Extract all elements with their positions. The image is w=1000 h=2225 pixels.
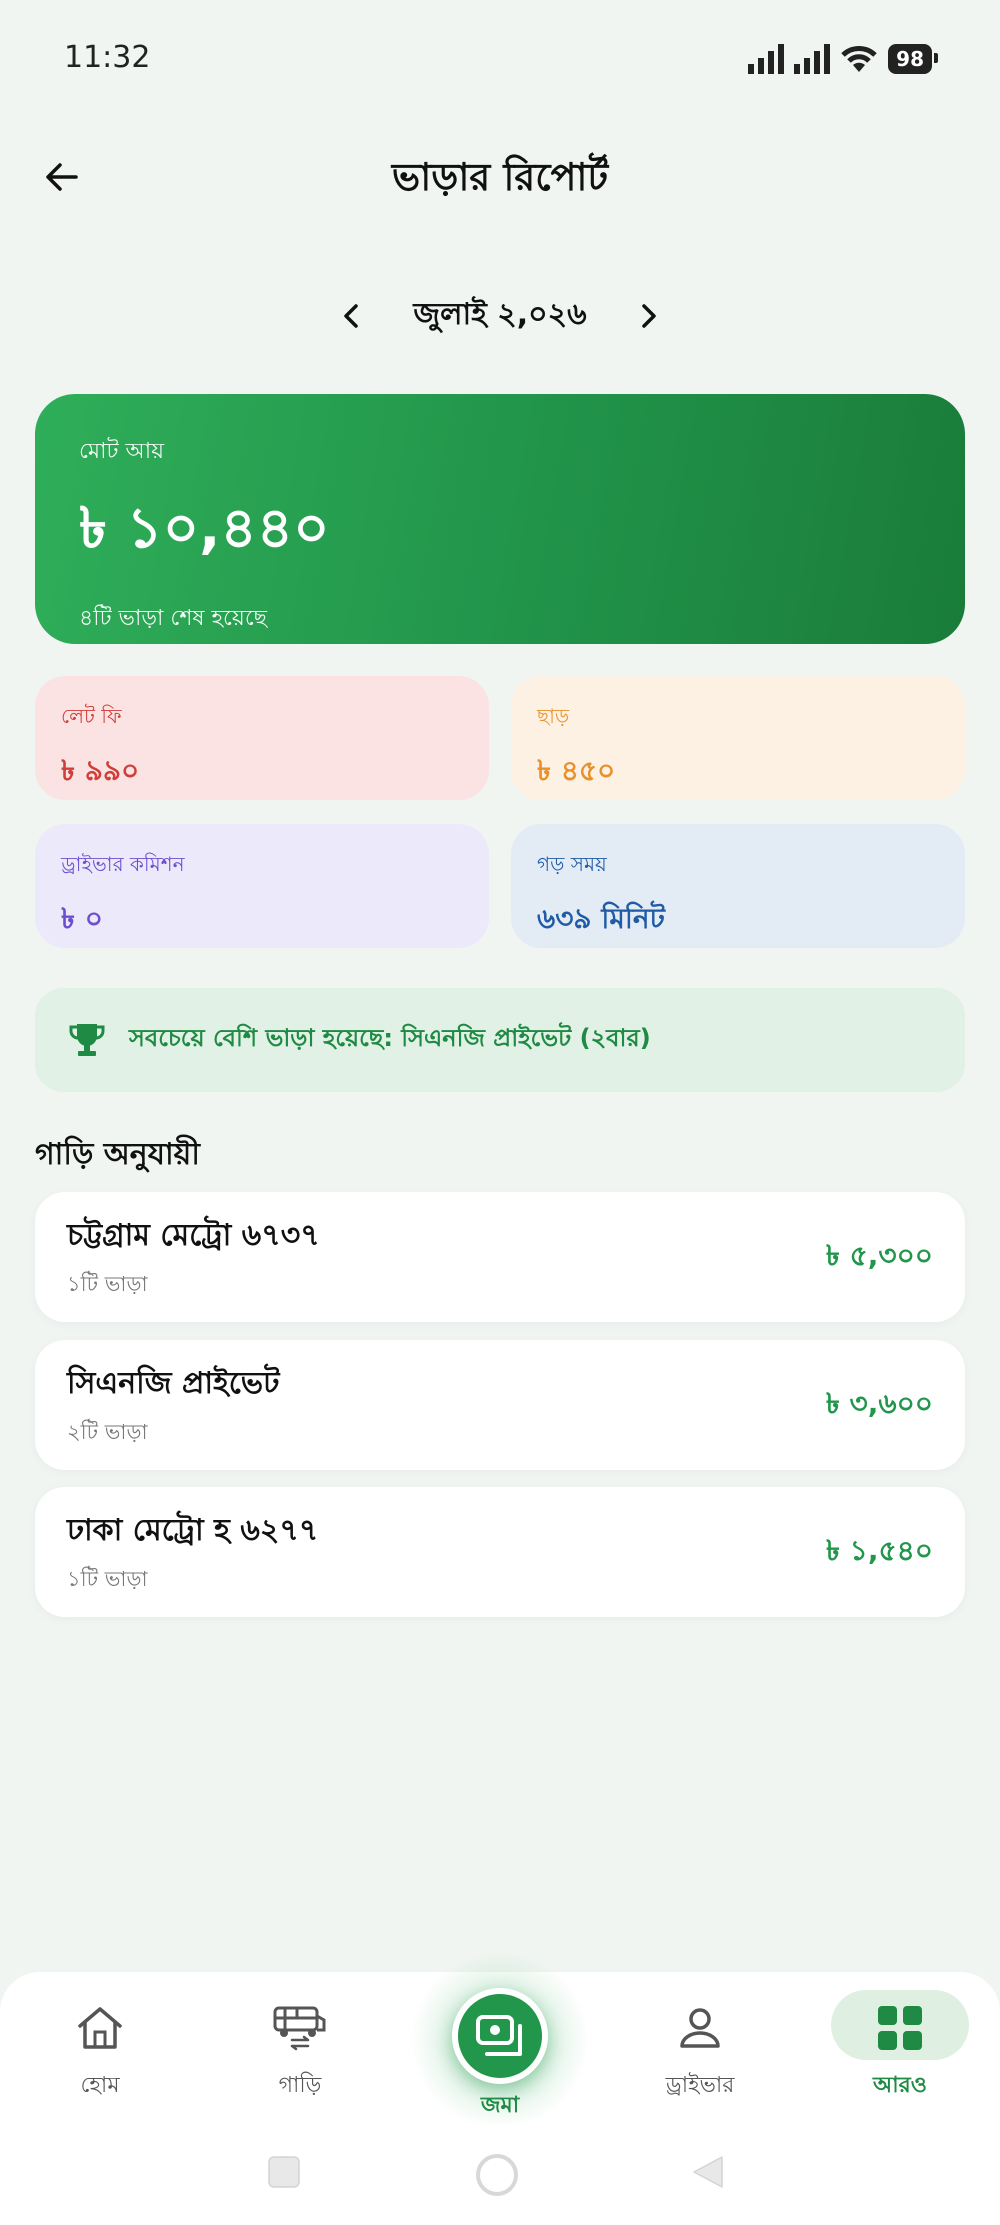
wifi-icon (841, 46, 877, 72)
home-button-icon[interactable] (474, 2154, 520, 2196)
discount-value: ৳ ৪৫০ (537, 754, 616, 787)
most-rented-banner: সবচেয়ে বেশি ভাড়া হয়েছে: সিএনজি প্রাইভ… (35, 988, 965, 1092)
car-info: চট্টগ্রাম মেট্রো ৬৭৩৭ ১টি ভাড়া (67, 1211, 320, 1303)
nav-deposit-label: জমা (480, 2093, 520, 2118)
nav-home[interactable]: হোম (0, 1972, 200, 2124)
month-label: জুলাই ২,০২৬ (413, 297, 587, 332)
car-trips: ১টি ভাড়া (67, 1567, 148, 1591)
signal-icon (748, 44, 785, 74)
back-triangle-icon[interactable] (690, 2154, 726, 2190)
total-income-label: মোট আয় (79, 439, 165, 464)
nav-more-label: আরও (873, 2073, 927, 2098)
page-title: ভাড়ার রিপোর্ট (391, 155, 609, 199)
completed-rentals-text: ৪টি ভাড়া শেষ হয়েছে (79, 606, 267, 631)
car-amount: ৳ ৩,৬০০ (825, 1386, 933, 1420)
status-bar: 11:32 98 (0, 0, 1000, 120)
average-time-value: ৬৩৯ মিনিট (537, 902, 665, 935)
month-selector: জুলাই ২,০২৬ (0, 290, 1000, 341)
late-fee-label: লেট ফি (61, 704, 122, 728)
deposit-fab-button[interactable] (452, 1988, 548, 2084)
driver-commission-card: ড্রাইভার কমিশন ৳ ০ (35, 824, 489, 948)
nav-cars[interactable]: গাড়ি (200, 1972, 400, 2124)
average-time-label: গড় সময় (537, 852, 607, 876)
total-income-card: মোট আয় ৳ ১০,৪৪০ ৪টি ভাড়া শেষ হয়েছে (35, 394, 965, 644)
car-card[interactable]: ঢাকা মেট্রো হ ৬২৭৭ ১টি ভাড়া ৳ ১,৫৪০ (35, 1487, 965, 1617)
car-trips: ২টি ভাড়া (67, 1420, 148, 1444)
car-transfer-icon (272, 2000, 328, 2056)
total-income-amount: ৳ ১০,৪৪০ (79, 496, 330, 561)
signal-icon-2 (794, 44, 831, 74)
late-fee-value: ৳ ৯৯০ (61, 754, 140, 787)
trophy-icon (69, 1024, 105, 1056)
car-card[interactable]: সিএনজি প্রাইভেট ২টি ভাড়া ৳ ৩,৬০০ (35, 1340, 965, 1470)
grid-icon (872, 2000, 928, 2056)
driver-commission-value: ৳ ০ (61, 902, 103, 935)
late-fee-card: লেট ফি ৳ ৯৯০ (35, 676, 489, 800)
nav-driver[interactable]: ড্রাইভার (600, 1972, 800, 2124)
discount-label: ছাড় (537, 704, 570, 728)
car-name: ঢাকা মেট্রো হ ৬২৭৭ (67, 1513, 319, 1548)
status-icons: 98 (748, 44, 938, 74)
car-amount: ৳ ৫,৩০০ (825, 1238, 933, 1272)
cash-icon (476, 2015, 522, 2056)
car-info: ঢাকা মেট্রো হ ৬২৭৭ ১টি ভাড়া (67, 1506, 318, 1598)
car-name: চট্টগ্রাম মেট্রো ৬৭৩৭ (67, 1218, 320, 1253)
prev-month-button[interactable] (333, 298, 369, 334)
car-info: সিএনজি প্রাইভেট ২টি ভাড়া (67, 1359, 279, 1451)
driver-commission-label: ড্রাইভার কমিশন (61, 852, 185, 876)
next-month-button[interactable] (631, 298, 667, 334)
average-time-card: গড় সময় ৬৩৯ মিনিট (511, 824, 965, 948)
most-rented-text: সবচেয়ে বেশি ভাড়া হয়েছে: সিএনজি প্রাইভ… (129, 1024, 651, 1052)
nav-cars-label: গাড়ি (278, 2073, 322, 2098)
discount-card: ছাড় ৳ ৪৫০ (511, 676, 965, 800)
person-icon (672, 2000, 728, 2056)
car-trips: ১টি ভাড়া (67, 1272, 148, 1296)
battery-indicator: 98 (888, 44, 938, 74)
car-card[interactable]: চট্টগ্রাম মেট্রো ৬৭৩৭ ১টি ভাড়া ৳ ৫,৩০০ (35, 1192, 965, 1322)
status-time: 11:32 (64, 40, 151, 75)
section-title-by-car: গাড়ি অনুযায়ী (35, 1137, 200, 1172)
system-nav-bar (0, 2124, 1000, 2225)
nav-more[interactable]: আরও (800, 1972, 1000, 2124)
home-icon (72, 2000, 128, 2056)
nav-driver-label: ড্রাইভার (665, 2073, 735, 2098)
car-amount: ৳ ১,৫৪০ (825, 1533, 933, 1567)
recent-apps-icon[interactable] (266, 2154, 302, 2190)
chevron-right-icon (641, 303, 656, 328)
chevron-left-icon (344, 303, 359, 328)
nav-home-label: হোম (80, 2073, 120, 2098)
car-name: সিএনজি প্রাইভেট (67, 1366, 280, 1401)
